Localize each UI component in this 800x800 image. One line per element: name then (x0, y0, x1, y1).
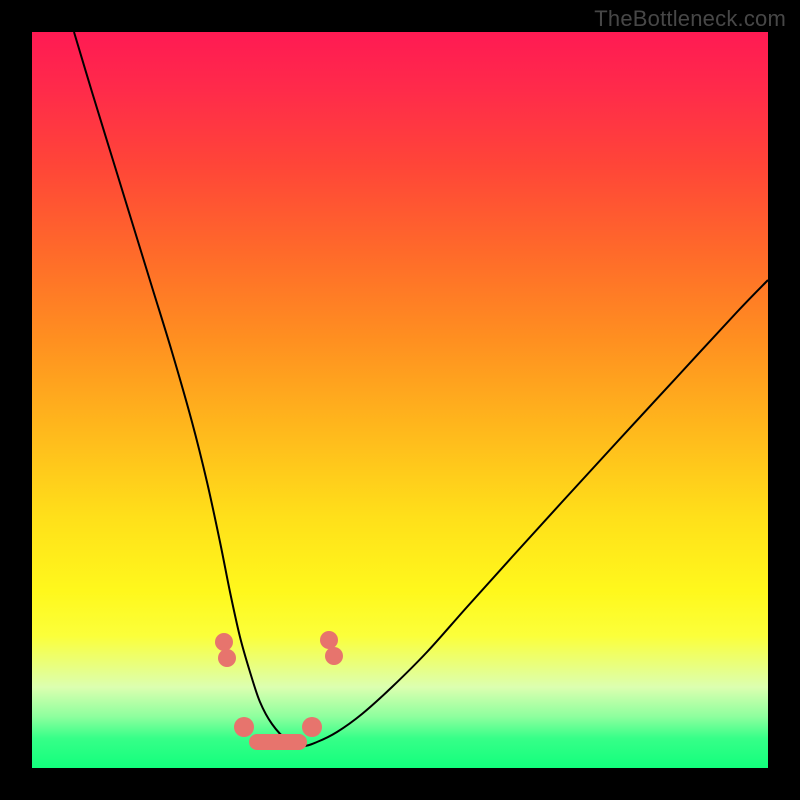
curve-marker-dot (320, 631, 338, 649)
curve-marker-dot (302, 717, 322, 737)
curve-marker-dot (215, 633, 233, 651)
curve-marker-pill (249, 734, 307, 750)
plot-area (32, 32, 768, 768)
curve-marker-dot (325, 647, 343, 665)
bottleneck-curve (74, 32, 768, 746)
curve-layer (32, 32, 768, 768)
chart-container: TheBottleneck.com (0, 0, 800, 800)
curve-marker-dot (234, 717, 254, 737)
watermark-text: TheBottleneck.com (594, 6, 786, 32)
curve-marker-dot (218, 649, 236, 667)
